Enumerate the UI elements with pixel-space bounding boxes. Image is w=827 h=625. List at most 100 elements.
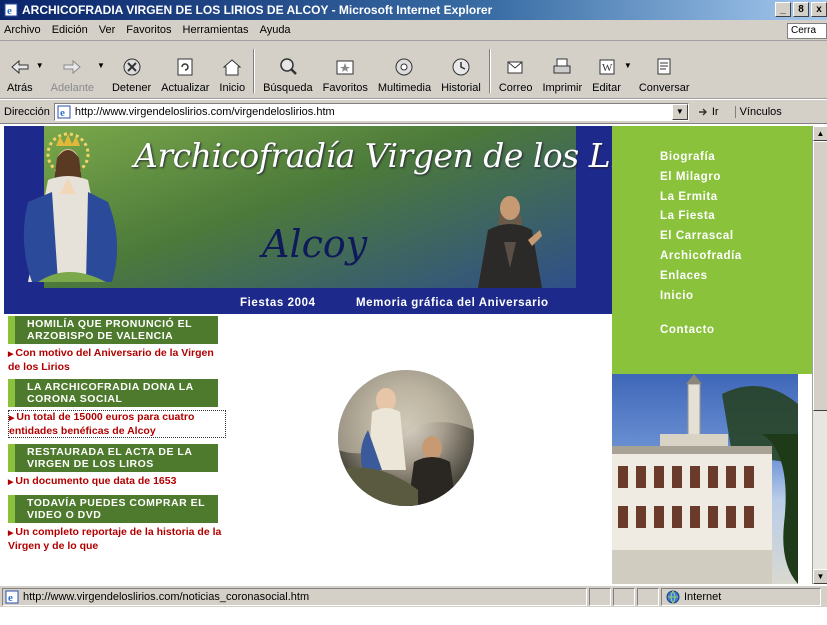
go-arrow-icon	[698, 108, 707, 115]
vertical-scrollbar[interactable]: ▲ ▼	[812, 126, 827, 584]
internet-globe-icon	[666, 590, 680, 604]
stop-icon	[123, 58, 141, 76]
discuss-label: Conversar	[638, 82, 690, 94]
media-icon	[395, 58, 413, 76]
address-dropdown-icon[interactable]: ▼	[671, 103, 688, 120]
favorites-label: Favoritos	[322, 82, 368, 94]
nav-item-archicofradia[interactable]: Archicofradía	[660, 247, 742, 267]
news-link[interactable]: ▶ Con motivo del Aniversario de la Virgen…	[8, 347, 226, 373]
page-icon: e	[5, 590, 19, 604]
forward-dropdown-icon[interactable]: ▼	[97, 61, 105, 70]
edit-dropdown-icon[interactable]: ▼	[624, 61, 632, 70]
media-button[interactable]: Multimedia	[373, 44, 436, 98]
menu-ayuda[interactable]: Ayuda	[260, 24, 291, 36]
menu-ver[interactable]: Ver	[99, 24, 116, 36]
scroll-down-icon[interactable]: ▼	[813, 569, 827, 584]
refresh-label: Actualizar	[161, 82, 210, 94]
svg-text:e: e	[7, 5, 12, 17]
favorites-button[interactable]: Favoritos	[318, 44, 373, 98]
news-link[interactable]: ▶ Un documento que data de 1653	[8, 475, 226, 489]
news-link-text: Con motivo del Aniversario de la Virgen …	[8, 347, 214, 373]
close-field[interactable]: Cerra	[787, 23, 827, 39]
news-link[interactable]: ▶ Un total de 15000 euros para cuatro ent…	[8, 410, 226, 438]
print-label: Imprimir	[542, 82, 583, 94]
status-url-panel: e http://www.virgendeloslirios.com/notic…	[2, 587, 587, 606]
address-input[interactable]: e http://www.virgendeloslirios.com/virge…	[53, 102, 689, 121]
news-link-text: Un total de 15000 euros para cuatro enti…	[9, 411, 195, 437]
nav-item-la-ermita[interactable]: La Ermita	[660, 188, 742, 208]
minimize-button[interactable]: _	[775, 2, 791, 17]
status-cell	[613, 587, 635, 606]
maximize-button[interactable]: 8	[793, 2, 809, 17]
forward-label: Adelante	[50, 82, 95, 94]
discuss-button[interactable]: Conversar	[634, 44, 695, 98]
status-bar: e http://www.virgendeloslirios.com/notic…	[0, 585, 827, 607]
fiestas-2004-link[interactable]: Fiestas 2004	[240, 297, 316, 309]
news-link[interactable]: ▶ Un completo reportaje de la historia de…	[8, 526, 226, 552]
menu-favoritos[interactable]: Favoritos	[126, 24, 171, 36]
nav-item-enlaces[interactable]: Enlaces	[660, 267, 742, 287]
close-button[interactable]: x	[811, 2, 827, 17]
menu-edicion[interactable]: Edición	[52, 24, 88, 36]
side-navigation: Biografía El Milagro La Ermita La Fiesta…	[612, 126, 812, 374]
svg-text:W: W	[602, 62, 613, 74]
zone-label: Internet	[684, 590, 722, 603]
edit-button[interactable]: W Editar	[587, 44, 626, 98]
nav-item-el-milagro[interactable]: El Milagro	[660, 168, 742, 188]
mail-icon	[507, 61, 523, 74]
ie-icon: e	[4, 3, 18, 17]
menu-bar: Archivo Edición Ver Favoritos Herramient…	[0, 20, 827, 41]
news-heading: TODAVÍA PUEDES COMPRAR EL VIDEO O DVD	[8, 495, 218, 523]
home-button[interactable]: Inicio	[214, 44, 250, 98]
nav-item-el-carrascal[interactable]: El Carrascal	[660, 227, 742, 247]
miracle-medallion-image	[338, 370, 474, 506]
refresh-button[interactable]: Actualizar	[156, 44, 214, 98]
history-icon	[452, 58, 470, 76]
back-dropdown-icon[interactable]: ▼	[36, 61, 44, 70]
forward-button[interactable]: Adelante	[46, 44, 99, 98]
back-arrow-icon	[11, 59, 29, 75]
favorites-icon	[336, 60, 354, 75]
hermitage-photo	[612, 374, 798, 584]
search-icon	[280, 58, 297, 75]
home-label: Inicio	[219, 82, 246, 94]
scroll-thumb[interactable]	[813, 141, 827, 411]
forward-arrow-icon	[63, 59, 82, 75]
status-cell	[589, 587, 611, 606]
news-link-text: Un completo reportaje de la historia de …	[8, 526, 222, 552]
mail-button[interactable]: Correo	[494, 44, 538, 98]
links-label[interactable]: Vínculos	[734, 105, 782, 118]
window-controls: _ 8 x	[775, 2, 827, 17]
nav-item-la-fiesta[interactable]: La Fiesta	[660, 207, 742, 227]
stop-button[interactable]: Detener	[107, 44, 156, 98]
go-label: Ir	[711, 105, 719, 118]
page-icon: e	[57, 105, 71, 119]
bullet-icon: ▶	[8, 351, 14, 358]
back-button[interactable]: Atrás	[2, 44, 38, 98]
menu-archivo[interactable]: Archivo	[4, 24, 41, 36]
window-title: ARCHICOFRADIA VIRGEN DE LOS LIRIOS DE AL…	[22, 3, 493, 17]
nav-item-biografia[interactable]: Biografía	[660, 148, 742, 168]
nav-item-inicio[interactable]: Inicio	[660, 287, 742, 307]
search-button[interactable]: Búsqueda	[258, 44, 318, 98]
print-icon	[553, 58, 571, 74]
bullet-icon: ▶	[8, 530, 14, 537]
toolbar: Atrás ▼ Adelante ▼ Detener Actualizar In…	[0, 41, 827, 99]
hermitage-building-image	[612, 374, 798, 584]
nav-item-contacto[interactable]: Contacto	[660, 324, 715, 336]
scroll-up-icon[interactable]: ▲	[813, 126, 827, 141]
status-cell	[637, 587, 659, 606]
svg-text:e: e	[60, 107, 65, 119]
print-button[interactable]: Imprimir	[537, 44, 587, 98]
bullet-icon: ▶	[8, 479, 14, 486]
go-button[interactable]: Ir	[697, 106, 719, 118]
home-icon	[222, 59, 242, 76]
stop-label: Detener	[111, 82, 152, 94]
title-bar: e ARCHICOFRADIA VIRGEN DE LOS LIRIOS DE …	[0, 0, 827, 20]
news-heading: LA ARCHICOFRADIA DONA LA CORONA SOCIAL	[8, 379, 218, 407]
banner-title: Archicofradía Virgen de los Lirios	[134, 136, 682, 175]
menu-herramientas[interactable]: Herramientas	[183, 24, 249, 36]
history-button[interactable]: Historial	[436, 44, 486, 98]
discuss-icon	[657, 58, 671, 75]
memoria-grafica-link[interactable]: Memoria gráfica del Aniversario	[356, 297, 549, 309]
